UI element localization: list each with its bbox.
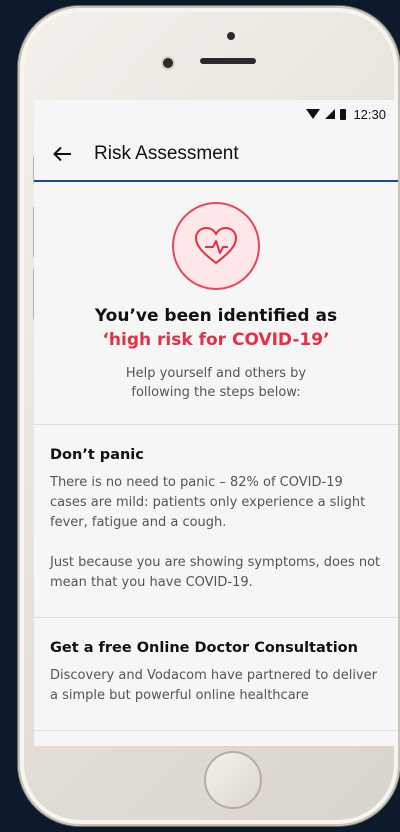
section-dont-panic: Don’t panic There is no need to panic – …	[34, 425, 398, 618]
section-title: Get a free Online Doctor Consultation	[50, 640, 358, 656]
back-button[interactable]	[34, 128, 90, 180]
screen: 12:30 Risk Assessment You’ve been identi…	[34, 100, 398, 746]
signal-icon	[325, 109, 336, 119]
heart-pulse-icon	[172, 202, 260, 290]
battery-icon	[340, 108, 347, 120]
risk-level: ‘high risk for COVID-19’	[102, 330, 330, 350]
app-bar: Risk Assessment	[34, 128, 398, 182]
home-button[interactable]	[204, 751, 262, 809]
section-title: Don’t panic	[50, 447, 144, 463]
arrow-left-icon	[53, 146, 71, 162]
risk-subtitle: Help yourself and others by following th…	[125, 366, 307, 400]
front-camera	[163, 58, 173, 68]
status-bar: 12:30	[34, 100, 398, 128]
page-title: Risk Assessment	[94, 143, 239, 164]
earpiece-speaker	[200, 58, 256, 64]
section-online-doctor: Get a free Online Doctor Consultation Di…	[34, 618, 398, 731]
status-time: 12:30	[353, 106, 386, 122]
proximity-sensor	[227, 32, 235, 40]
risk-hero: You’ve been identified as ‘high risk for…	[34, 182, 398, 425]
wifi-icon	[306, 109, 321, 119]
section-paragraph: There is no need to panic – 82% of COVID…	[50, 475, 366, 530]
section-paragraph: Just because you are showing symptoms, d…	[50, 555, 381, 590]
risk-heading: You’ve been identified as	[94, 306, 338, 326]
section-paragraph: Discovery and Vodacom have partnered to …	[50, 668, 377, 703]
